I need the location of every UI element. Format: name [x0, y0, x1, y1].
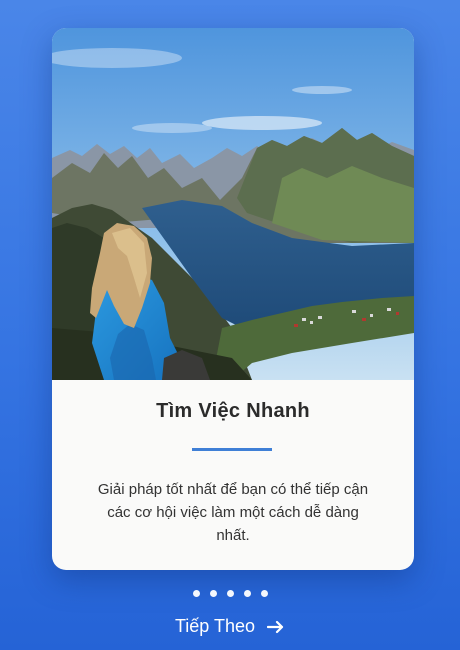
pagination-dot[interactable] [192, 590, 200, 597]
next-label: Tiếp Theo [174, 616, 256, 636]
pagination-dots [0, 590, 460, 597]
pagination-dot[interactable] [260, 590, 268, 597]
pagination-dot[interactable] [209, 590, 217, 597]
hero-image [52, 28, 414, 380]
pagination-dot[interactable] [243, 590, 251, 597]
pagination-dot[interactable] [226, 590, 234, 597]
card-description: Giải pháp tốt nhất để bạn có thể tiếp cậ… [97, 481, 369, 544]
next-button[interactable]: Tiếp Theo [0, 616, 460, 637]
onboarding-card: Tìm Việc Nhanh Giải pháp tốt nhất để bạn… [52, 28, 414, 570]
card-title: Tìm Việc Nhanh [156, 400, 310, 422]
title-divider [192, 448, 272, 451]
arrow-right-icon [267, 620, 285, 634]
